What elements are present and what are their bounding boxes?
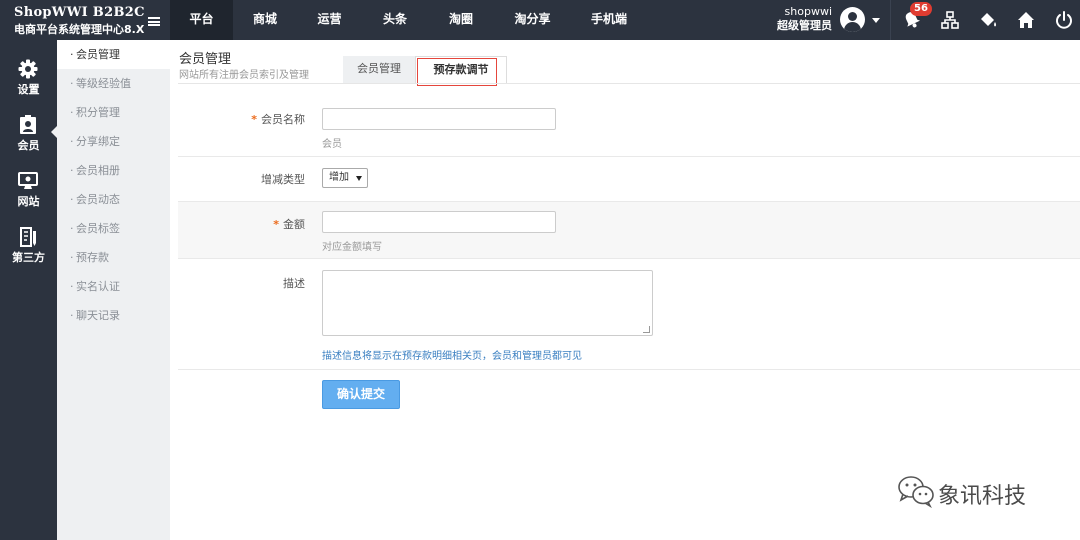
document-pen-icon bbox=[20, 227, 36, 247]
sidebar-item-third-party[interactable]: 第三方 bbox=[0, 218, 57, 268]
power-icon[interactable] bbox=[1054, 10, 1074, 30]
sidebar-label: 第三方 bbox=[12, 251, 45, 264]
required-mark: * bbox=[251, 113, 257, 126]
user-menu-caret-icon[interactable] bbox=[872, 18, 880, 23]
member-name-input[interactable] bbox=[322, 108, 556, 130]
tab-deposit-adjustment[interactable]: 预存款调节 bbox=[415, 56, 507, 86]
change-type-value: 增加 bbox=[329, 172, 349, 183]
user-info[interactable]: shopwwi 超级管理员 bbox=[776, 5, 832, 33]
submenu-item-level-experience[interactable]: 等级经验值 bbox=[57, 69, 170, 98]
user-role: 超级管理员 bbox=[777, 19, 832, 32]
description-label: 描述 bbox=[283, 277, 305, 290]
paint-bucket-icon[interactable] bbox=[978, 10, 998, 30]
home-icon[interactable] bbox=[1016, 10, 1036, 30]
sidebar-item-members[interactable]: 会员 bbox=[0, 106, 57, 156]
nav-item-headlines[interactable]: 头条 bbox=[362, 0, 428, 40]
tab-highlight-box bbox=[417, 58, 497, 86]
required-mark: * bbox=[273, 218, 279, 231]
sidebar-label: 设置 bbox=[17, 83, 40, 96]
form-row-description: 描述 描述信息将显示在预存款明细相关页，会员和管理员都可见 bbox=[178, 259, 1080, 370]
change-type-select[interactable]: 增加 bbox=[322, 168, 368, 188]
brand-subtitle: 电商平台系统管理中心8.X bbox=[14, 23, 145, 36]
resize-grip-icon[interactable] bbox=[643, 326, 650, 333]
chevron-down-icon bbox=[356, 176, 362, 181]
tab-member-management[interactable]: 会员管理 bbox=[343, 56, 415, 84]
form-row-member-name: * 会员名称 会员 bbox=[178, 96, 1080, 157]
submenu: 会员管理 等级经验值 积分管理 分享绑定 会员相册 会员动态 会员标签 预存款 … bbox=[57, 40, 170, 540]
menu-toggle-icon[interactable] bbox=[148, 17, 160, 26]
nav-item-platform[interactable]: 平台 bbox=[170, 0, 233, 40]
brand-name: ShopWWI B2B2C bbox=[14, 5, 145, 20]
avatar[interactable] bbox=[840, 7, 865, 32]
top-bar: ShopWWI B2B2C 电商平台系统管理中心8.X 平台 商城 运营 头条 … bbox=[0, 0, 1080, 40]
nav-item-circle[interactable]: 淘圈 bbox=[428, 0, 494, 40]
submenu-item-albums[interactable]: 会员相册 bbox=[57, 156, 170, 185]
nav-item-share[interactable]: 淘分享 bbox=[494, 0, 571, 40]
amount-input[interactable] bbox=[322, 211, 556, 233]
sitemap-icon[interactable] bbox=[940, 10, 960, 30]
amount-label: * 金额 bbox=[273, 218, 305, 231]
submenu-item-verification[interactable]: 实名认证 bbox=[57, 272, 170, 301]
main-sidebar: 设置 会员 网站 第三方 bbox=[0, 40, 57, 540]
page-description: 网站所有注册会员索引及管理 bbox=[179, 70, 309, 81]
nav-item-operations[interactable]: 运营 bbox=[297, 0, 362, 40]
divider bbox=[178, 83, 1080, 84]
brand: ShopWWI B2B2C 电商平台系统管理中心8.X bbox=[0, 0, 170, 40]
user-name: shopwwi bbox=[784, 5, 832, 18]
watermark: 象讯科技 bbox=[897, 474, 1026, 510]
divider bbox=[890, 0, 891, 40]
form-row-amount: * 金额 对应金额填写 bbox=[178, 202, 1080, 259]
submenu-item-activity[interactable]: 会员动态 bbox=[57, 185, 170, 214]
nav-item-mall[interactable]: 商城 bbox=[233, 0, 297, 40]
sidebar-label: 网站 bbox=[17, 195, 40, 208]
sidebar-item-settings[interactable]: 设置 bbox=[0, 50, 57, 100]
page-title: 会员管理 bbox=[179, 52, 232, 67]
submenu-item-tags[interactable]: 会员标签 bbox=[57, 214, 170, 243]
watermark-text: 象讯科技 bbox=[938, 484, 1027, 509]
top-nav: 平台 商城 运营 头条 淘圈 淘分享 手机端 bbox=[170, 0, 647, 40]
member-card-icon bbox=[20, 115, 36, 134]
sidebar-label: 会员 bbox=[17, 139, 40, 152]
submit-button[interactable]: 确认提交 bbox=[322, 380, 400, 409]
submenu-item-points[interactable]: 积分管理 bbox=[57, 98, 170, 127]
wechat-icon bbox=[898, 476, 934, 509]
submenu-item-chat-log[interactable]: 聊天记录 bbox=[57, 301, 170, 330]
gear-icon bbox=[18, 59, 38, 79]
member-name-hint: 会员 bbox=[322, 139, 342, 150]
member-name-label: * 会员名称 bbox=[251, 113, 305, 126]
description-textarea[interactable] bbox=[322, 270, 653, 336]
monitor-icon bbox=[18, 172, 38, 189]
description-hint: 描述信息将显示在预存款明细相关页，会员和管理员都可见 bbox=[322, 351, 582, 362]
submenu-item-share-binding[interactable]: 分享绑定 bbox=[57, 127, 170, 156]
submenu-item-member-management[interactable]: 会员管理 bbox=[57, 40, 170, 69]
sidebar-item-website[interactable]: 网站 bbox=[0, 162, 57, 212]
notification-badge: 56 bbox=[910, 2, 932, 16]
amount-hint: 对应金额填写 bbox=[322, 242, 382, 253]
form-row-change-type: 增减类型 增加 bbox=[178, 157, 1080, 202]
submenu-item-deposit[interactable]: 预存款 bbox=[57, 243, 170, 272]
main-content: 会员管理 网站所有注册会员索引及管理 会员管理 预存款调节 * 会员名称 会员 增… bbox=[170, 40, 1080, 540]
nav-item-mobile[interactable]: 手机端 bbox=[571, 0, 647, 40]
change-type-label: 增减类型 bbox=[261, 173, 305, 186]
